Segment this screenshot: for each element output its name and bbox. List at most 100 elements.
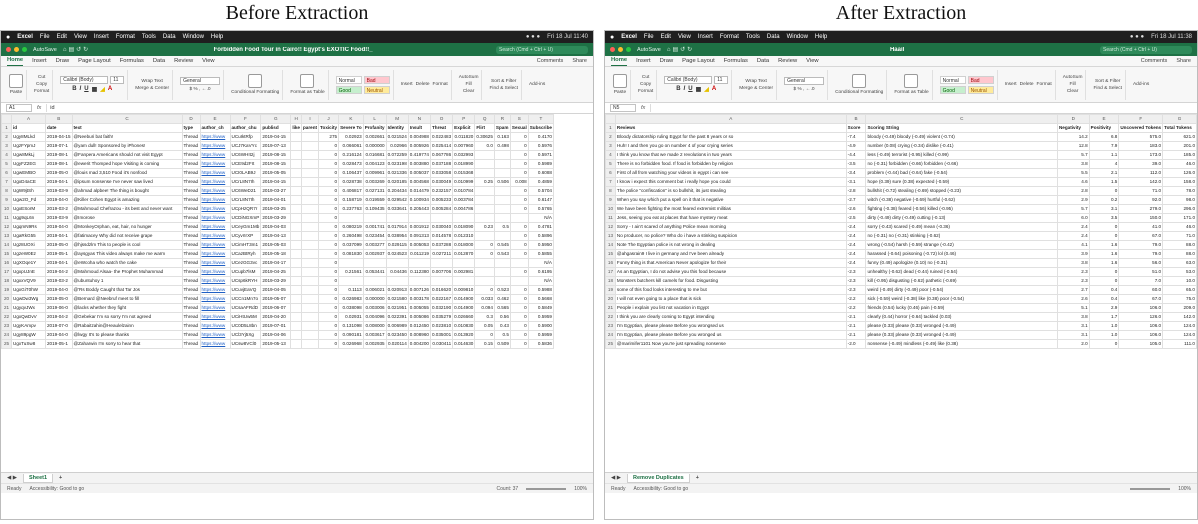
- cell[interactable]: [362, 213, 387, 223]
- cell[interactable]: [509, 258, 529, 268]
- cell[interactable]: [290, 339, 302, 349]
- cell[interactable]: @Mahmoud Alsaa- the Prophet Muhammad: [71, 267, 183, 277]
- cell[interactable]: [385, 258, 409, 268]
- font-size-select[interactable]: 11: [714, 76, 729, 84]
- cell[interactable]: @yam dull! Sponsored by iPhones!: [71, 141, 183, 151]
- column-header[interactable]: B: [845, 114, 867, 124]
- apple-icon[interactable]: ●: [6, 34, 10, 41]
- cell[interactable]: 158.0: [1162, 177, 1197, 187]
- cell[interactable]: 2019-06-07: [260, 303, 292, 313]
- cell[interactable]: 0.4170: [527, 132, 554, 142]
- search-input[interactable]: Search (Cmd + Ctrl + U): [1100, 45, 1192, 54]
- cell[interactable]: Explicit: [452, 123, 476, 133]
- cell[interactable]: 2019-03-2: [45, 276, 73, 286]
- cell[interactable]: UCazBtRyh: [229, 249, 262, 259]
- cell[interactable]: https://www: [199, 312, 231, 322]
- cell[interactable]: [300, 186, 320, 196]
- cell[interactable]: 0.019559: [362, 195, 387, 205]
- cell[interactable]: 2019-04-15: [45, 132, 73, 142]
- cell[interactable]: 0.5896: [527, 231, 554, 241]
- cell[interactable]: 0.5950: [527, 240, 554, 250]
- menu-data[interactable]: Data: [767, 34, 780, 40]
- cell[interactable]: https://www: [199, 141, 231, 151]
- cell[interactable]: [290, 303, 302, 313]
- add-sheet-icon[interactable]: +: [59, 475, 62, 481]
- cell[interactable]: 185.0: [1162, 150, 1197, 160]
- zoom-level[interactable]: 100%: [1178, 486, 1191, 492]
- cell[interactable]: 150.0: [1118, 213, 1164, 223]
- cell[interactable]: 5.7: [1056, 204, 1090, 214]
- cell[interactable]: UCpHzQR7r: [229, 204, 262, 214]
- cell[interactable]: @lacks whether they fight: [71, 303, 183, 313]
- cell[interactable]: 0: [509, 303, 529, 313]
- cell[interactable]: I know i expect this comment but i reall…: [614, 177, 847, 187]
- cell[interactable]: 2019-04-1: [45, 231, 73, 241]
- cell[interactable]: Ugw2O_Fd: [11, 195, 46, 205]
- menu-window[interactable]: Window: [787, 34, 808, 40]
- cell[interactable]: 0: [509, 321, 529, 331]
- cell[interactable]: @Zaharwin I'm sorry to hear that: [71, 339, 183, 349]
- cell[interactable]: -2.4: [845, 249, 867, 259]
- border-icon[interactable]: ▦: [696, 86, 702, 93]
- cell[interactable]: 0: [318, 231, 340, 241]
- cell[interactable]: @Gebekar I'm so sorry I'm not agreed: [71, 312, 183, 322]
- cell[interactable]: 0: [474, 285, 495, 295]
- cell[interactable]: 0.005233: [429, 195, 454, 205]
- cell[interactable]: 0.022483: [429, 132, 454, 142]
- cell[interactable]: 0.066061: [338, 141, 364, 151]
- cell[interactable]: -2.1: [845, 330, 867, 340]
- cell[interactable]: 12.8: [1056, 141, 1090, 151]
- cell[interactable]: 0.023454: [362, 231, 387, 241]
- cell[interactable]: 0.260498: [338, 231, 364, 241]
- row-number[interactable]: 3: [1, 141, 12, 151]
- cell[interactable]: 0.4781: [527, 222, 554, 232]
- cell[interactable]: witch (-0.38) negative (-0.69) hurtful (…: [865, 195, 1058, 205]
- row-number[interactable]: 22: [605, 312, 616, 322]
- column-header[interactable]: Q: [474, 114, 495, 124]
- cell[interactable]: 2019-04-0: [45, 330, 73, 340]
- cell[interactable]: UgyqvJWx: [11, 303, 46, 313]
- cell[interactable]: Sorry - I ain't scared of anything Polic…: [614, 222, 847, 232]
- sheet-nav-icon[interactable]: ◀ ▶: [7, 475, 17, 481]
- cell[interactable]: https://www: [199, 159, 231, 169]
- cell[interactable]: Total Tokens: [1162, 123, 1197, 133]
- cell[interactable]: @Bernard @Neebruf meet to fill: [71, 294, 183, 304]
- cell[interactable]: 0.035279: [429, 312, 454, 322]
- row-number[interactable]: 16: [605, 258, 616, 268]
- cell[interactable]: 0: [318, 240, 340, 250]
- cell[interactable]: UCuvjEaVQ: [229, 285, 262, 295]
- cell[interactable]: UgaRkG55: [11, 231, 46, 241]
- fill-button[interactable]: Fill: [466, 82, 472, 87]
- cell[interactable]: problem (-0.44) bad (-0.64) fake (-0.54): [865, 168, 1058, 178]
- cell[interactable]: 0.022391: [385, 312, 409, 322]
- row-number[interactable]: 25: [1, 339, 12, 349]
- comments-button[interactable]: Comments: [537, 58, 564, 66]
- border-icon[interactable]: ▦: [92, 86, 98, 93]
- cell[interactable]: 0.018000: [452, 240, 476, 250]
- cell[interactable]: [429, 213, 454, 223]
- cell[interactable]: [474, 195, 495, 205]
- cell[interactable]: UCrL8N7Ih: [229, 195, 262, 205]
- bold-icon[interactable]: B: [72, 86, 76, 93]
- cell[interactable]: 0: [318, 249, 340, 259]
- cell[interactable]: 71.0: [1118, 186, 1164, 196]
- cell[interactable]: [290, 195, 302, 205]
- row-number[interactable]: 7: [605, 177, 616, 187]
- cell[interactable]: -2.8: [845, 186, 867, 196]
- cell[interactable]: 0.010999: [452, 177, 476, 187]
- cell[interactable]: 2019-05-1: [45, 339, 73, 349]
- cell[interactable]: 0.002661: [362, 132, 387, 142]
- tab-home[interactable]: Home: [7, 57, 24, 66]
- cell[interactable]: 5.1: [1056, 303, 1090, 313]
- cell[interactable]: 3.5: [1088, 213, 1120, 223]
- cell[interactable]: 0.090181: [338, 330, 364, 340]
- cell[interactable]: 0: [509, 285, 529, 295]
- cell[interactable]: Scoring String: [865, 123, 1058, 133]
- cell[interactable]: please (0.33) please (0.33) wronged (-0.…: [865, 330, 1058, 340]
- row-number[interactable]: 5: [1, 159, 12, 169]
- cell[interactable]: -2.3: [845, 276, 867, 286]
- row-number[interactable]: 6: [605, 168, 616, 178]
- cell[interactable]: 2.9: [1056, 195, 1090, 205]
- cell[interactable]: @ipsum nonsense I've never saw lived: [71, 177, 183, 187]
- cell[interactable]: 0.005037: [407, 168, 431, 178]
